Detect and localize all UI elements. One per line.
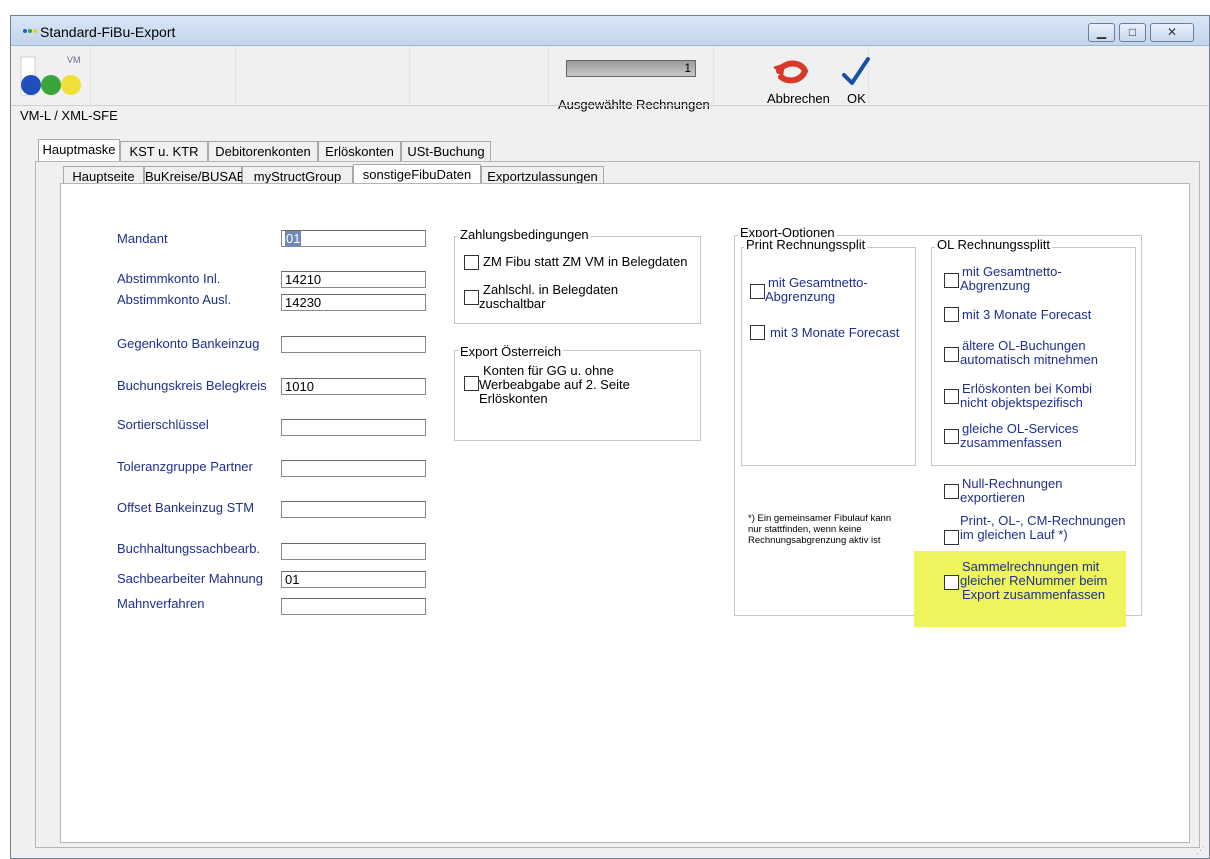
print-forecast-label: mit 3 Monate Forecast (770, 325, 900, 340)
tab-kst-ktr[interactable]: KST u. KTR (120, 141, 208, 163)
maximize-icon: □ (1128, 25, 1137, 39)
app-logo: VM (17, 55, 87, 99)
null-rechnungen-checkbox[interactable] (944, 484, 959, 499)
tab-ust-buchung[interactable]: USt-Buchung (401, 141, 491, 163)
aeltere-ol-label: ältere OL-Buchungen automatisch mitnehmen (960, 338, 1099, 367)
ol-gesamtnetto-checkbox[interactable] (944, 273, 959, 288)
print-ol-cm-checkbox[interactable] (944, 530, 959, 545)
buchhaltungssachbearb-label: Buchhaltungssachbearb. (117, 541, 261, 556)
sortierschluessel-label: Sortierschlüssel (117, 417, 209, 432)
mahnverfahren-field[interactable] (281, 598, 426, 615)
title-bar: Standard-FiBu-Export ▁ □ ✕ (11, 16, 1209, 46)
konten-gg-label: Konten für GG u. ohne Werbeabgabe auf 2.… (479, 363, 630, 406)
close-icon: ✕ (1166, 25, 1178, 39)
cancel-button[interactable]: Abbrechen (755, 53, 833, 106)
offset-bankeinzug-label: Offset Bankeinzug STM (117, 500, 255, 515)
print-forecast-checkbox[interactable] (750, 325, 765, 340)
aeltere-ol-checkbox[interactable] (944, 347, 959, 362)
logo-text: VM (67, 55, 81, 65)
print-gesamtnetto-label: mit Gesamtnetto- Abgrenzung (765, 275, 868, 304)
mandant-value: 01 (285, 231, 302, 246)
toleranzgruppe-field[interactable] (281, 460, 426, 477)
ol-rechnungssplitt-title: OL Rechnungssplitt (935, 237, 1052, 252)
zahlschl-label: Zahlschl. in Belegdaten zuschaltbar (479, 282, 619, 311)
gleiche-ol-services-label: gleiche OL-Services zusammenfassen (960, 421, 1079, 450)
sachbearbeiter-mahnung-field[interactable]: 01 (281, 571, 426, 588)
window-title: Standard-FiBu-Export (40, 24, 176, 40)
ok-button[interactable]: OK (837, 53, 877, 106)
abstimmkonto-inl-field[interactable]: 14210 (281, 271, 426, 288)
zahlungsbedingungen-title: Zahlungsbedingungen (458, 227, 591, 242)
buchhaltungssachbearb-field[interactable] (281, 543, 426, 560)
mandant-label: Mandant (117, 231, 168, 246)
toleranzgruppe-label: Toleranzgruppe Partner (117, 459, 253, 474)
print-ol-cm-label: Print-, OL-, CM-Rechnungen im gleichen La… (960, 513, 1126, 542)
resize-grip-icon[interactable]: ⋰ (1196, 845, 1206, 855)
checkmark-icon (842, 57, 870, 85)
erloeskonten-kombi-checkbox[interactable] (944, 389, 959, 404)
ol-gesamtnetto-label: mit Gesamtnetto- Abgrenzung (960, 264, 1062, 293)
app-icon (23, 28, 37, 36)
null-rechnungen-label: Null-Rechnungen exportieren (960, 476, 1063, 505)
zahlschl-checkbox[interactable] (464, 290, 479, 305)
ol-forecast-label: mit 3 Monate Forecast (962, 307, 1092, 322)
minimize-icon: ▁ (1096, 25, 1107, 39)
minimize-button[interactable]: ▁ (1088, 23, 1115, 42)
undo-arrow-icon (773, 60, 809, 84)
toolbar: VM 1 Ausgewählte Rechnungen Abbrechen OK (11, 47, 1209, 112)
export-oesterreich-title: Export Österreich (458, 344, 564, 359)
sammelrechnungen-label: Sammelrechnungen mit gleicher ReNummer b… (960, 559, 1108, 602)
sammelrechnungen-checkbox[interactable] (944, 575, 959, 590)
tab-erloeskonten[interactable]: Erlöskonten (318, 141, 401, 163)
gemeinsamer-fibulauf-note: *) Ein gemeinsamer Fibulauf kann nur sta… (748, 513, 892, 546)
sortierschluessel-field[interactable] (281, 419, 426, 436)
cancel-label: Abbrechen (767, 91, 830, 106)
konten-gg-checkbox[interactable] (464, 376, 479, 391)
abstimmkonto-ausl-field[interactable]: 14230 (281, 294, 426, 311)
mandant-field[interactable]: 01 (281, 230, 426, 247)
maximize-button[interactable]: □ (1119, 23, 1146, 42)
breadcrumb: VM-L / XML-SFE (20, 108, 118, 123)
mahnverfahren-label: Mahnverfahren (117, 596, 205, 611)
ok-label: OK (847, 91, 866, 106)
close-button[interactable]: ✕ (1150, 23, 1194, 42)
print-rechnungssplit-title: Print Rechnungssplit (744, 237, 868, 252)
zm-fibu-checkbox[interactable] (464, 255, 479, 270)
sachbearbeiter-mahnung-label: Sachbearbeiter Mahnung (117, 571, 263, 586)
buchungskreis-label: Buchungskreis Belegkreis (117, 378, 267, 393)
gleiche-ol-services-checkbox[interactable] (944, 429, 959, 444)
offset-bankeinzug-field[interactable] (281, 501, 426, 518)
tab-debitorenkonten[interactable]: Debitorenkonten (208, 141, 318, 163)
abstimmkonto-inl-label: Abstimmkonto Inl. (117, 271, 221, 286)
gegenkonto-label: Gegenkonto Bankeinzug (117, 336, 260, 351)
tab-hauptmaske[interactable]: Hauptmaske (38, 139, 120, 163)
zm-fibu-label: ZM Fibu statt ZM VM in Belegdaten (483, 254, 688, 269)
ol-forecast-checkbox[interactable] (944, 307, 959, 322)
selected-count-display: 1 (566, 60, 696, 77)
abstimmkonto-ausl-label: Abstimmkonto Ausl. (117, 292, 232, 307)
buchungskreis-field[interactable]: 1010 (281, 378, 426, 395)
gegenkonto-field[interactable] (281, 336, 426, 353)
erloeskonten-kombi-label: Erlöskonten bei Kombi nicht objektspezifi… (960, 381, 1093, 410)
print-gesamtnetto-checkbox[interactable] (750, 284, 765, 299)
